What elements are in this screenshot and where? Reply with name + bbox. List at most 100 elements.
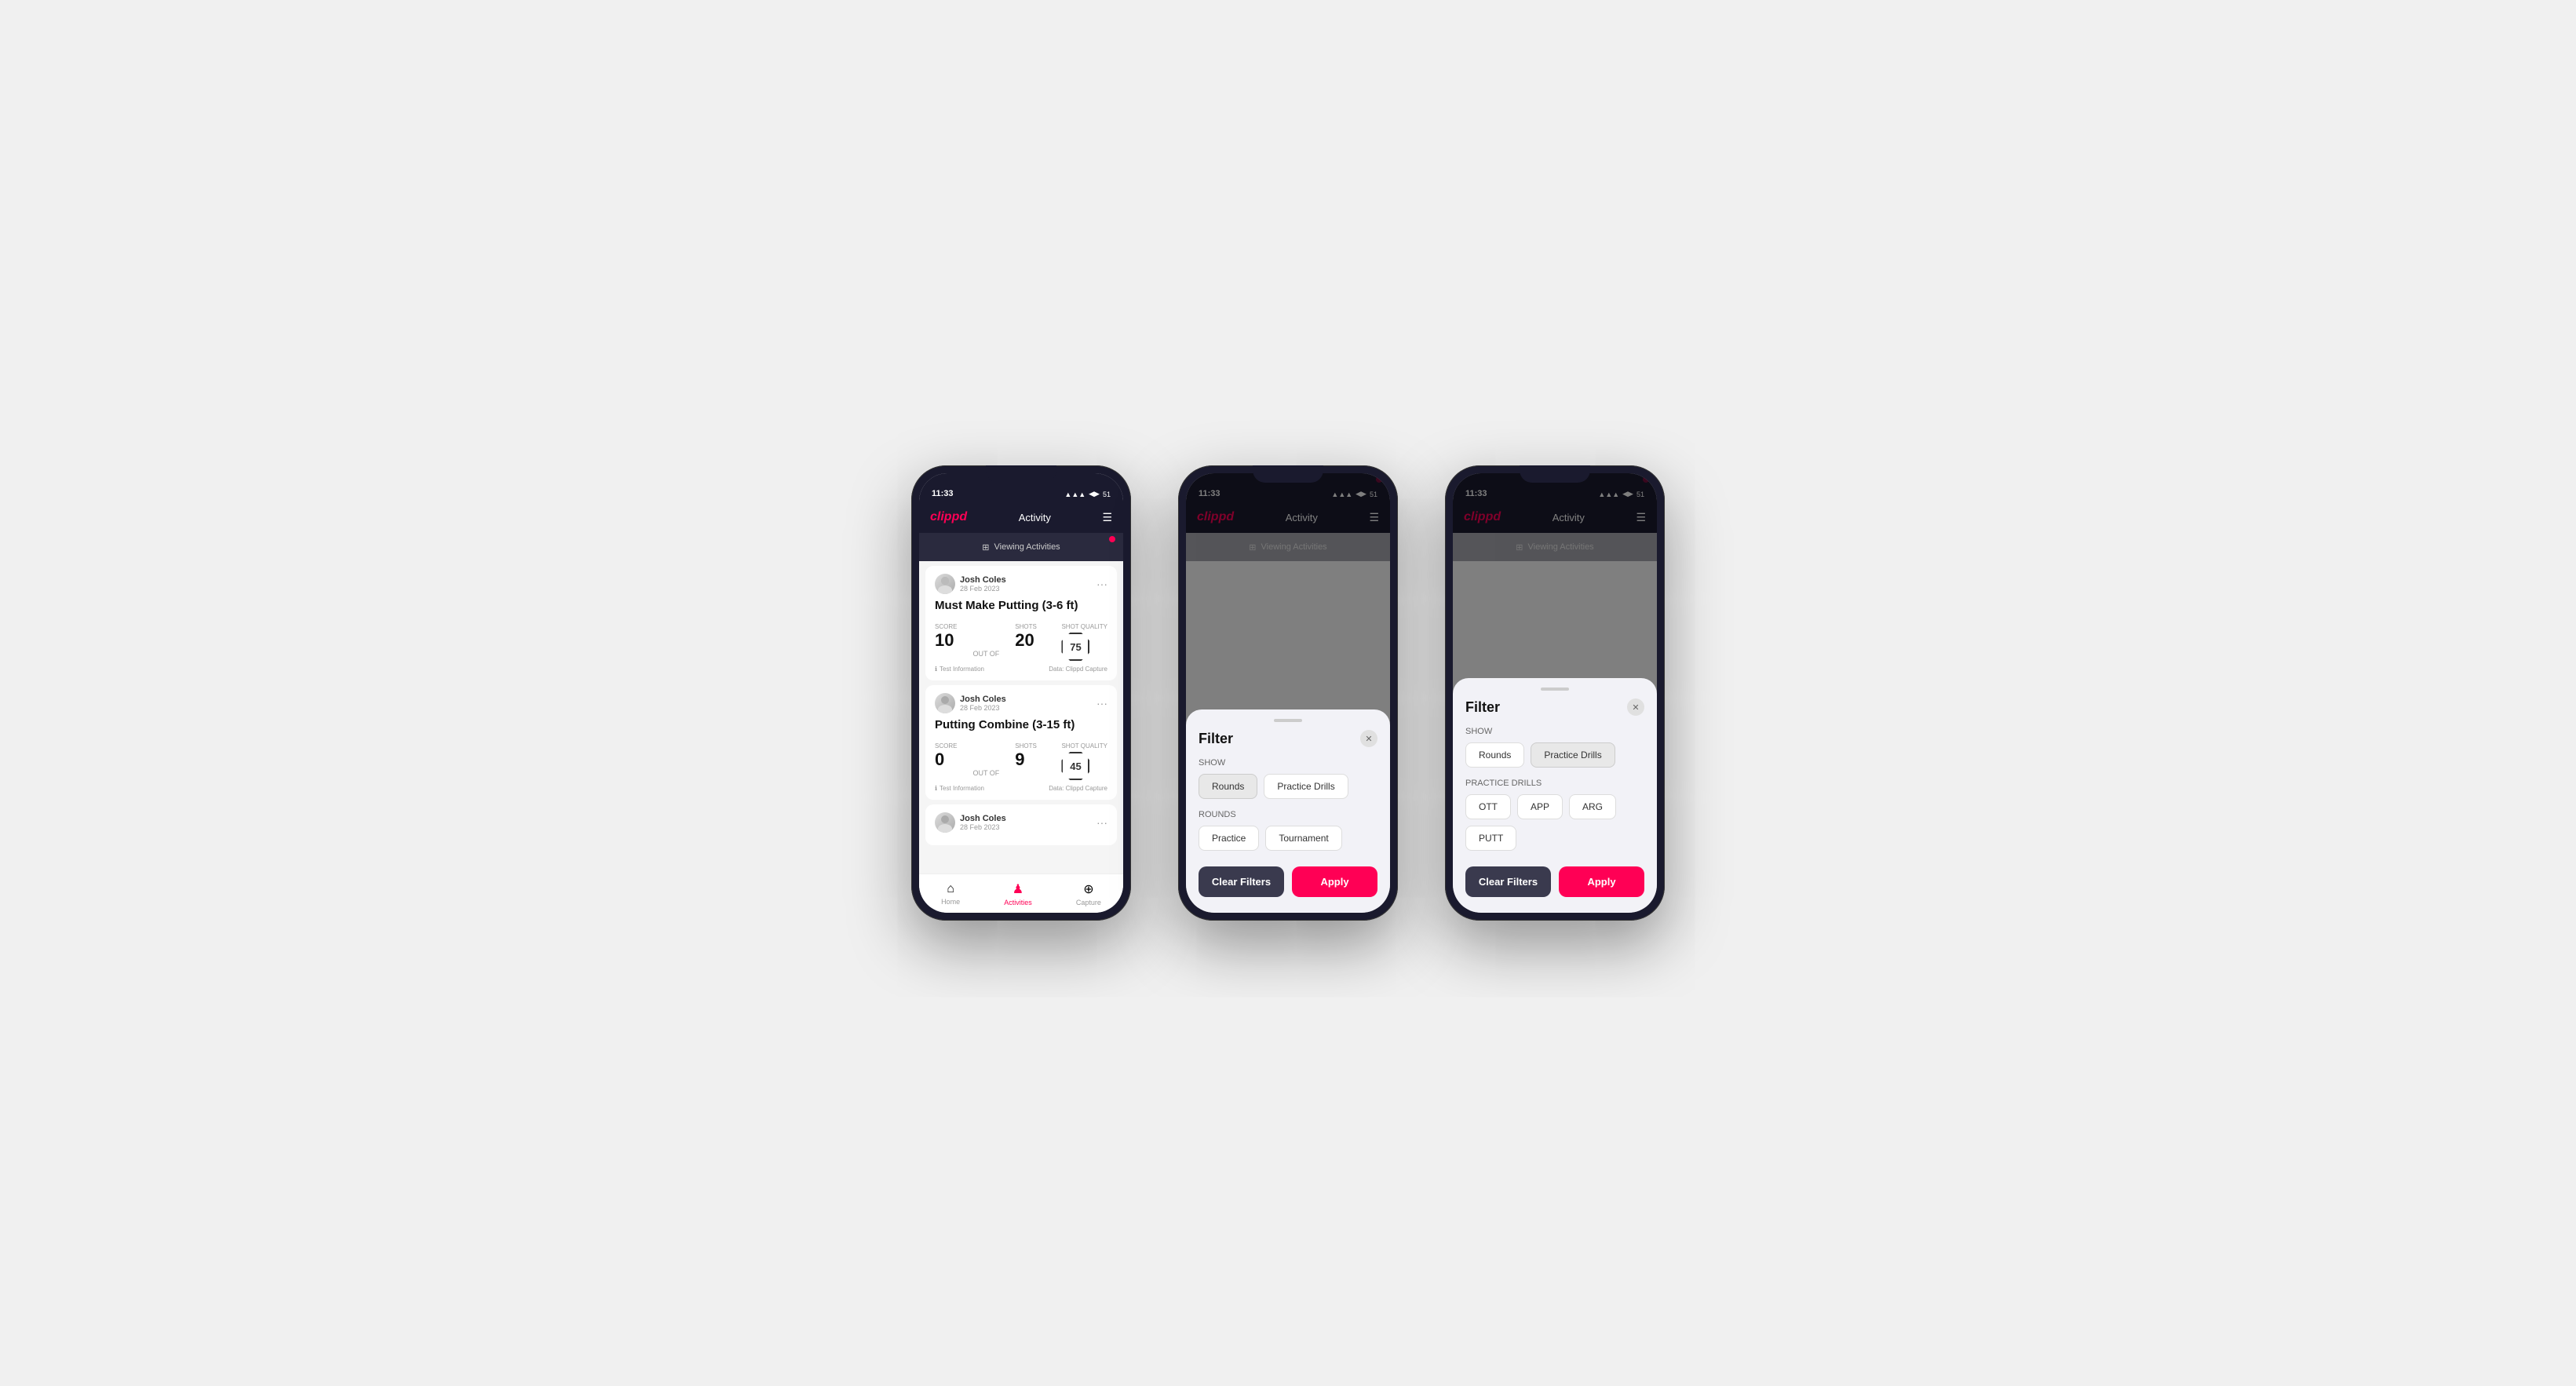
phone3: 11:33 ▲▲▲ ◀▶ 51 clippd Activity ☰ ⊞ Vi bbox=[1445, 465, 1665, 921]
stats-row-1: Score 10 OUT OF Shots 20 Shot Quality bbox=[935, 618, 1107, 661]
test-info-1[interactable]: ℹ Test Information bbox=[935, 666, 984, 673]
card-footer-2: ℹ Test Information Data: Clippd Capture bbox=[935, 785, 1107, 792]
filter-icon-1: ⊞ bbox=[982, 542, 989, 553]
home-label-1: Home bbox=[941, 898, 960, 906]
phone2-wrapper: 11:33 ▲▲▲ ◀▶ 51 clippd Activity ☰ ⊞ Vi bbox=[1178, 465, 1398, 921]
more-dots-2[interactable]: ··· bbox=[1096, 697, 1107, 709]
app-header-1: clippd Activity ☰ bbox=[919, 502, 1123, 533]
shots-label-2: Shots bbox=[1015, 742, 1037, 750]
score-label-2: Score bbox=[935, 742, 957, 750]
ott-btn-3[interactable]: OTT bbox=[1465, 794, 1511, 819]
modal-header-2: Filter ✕ bbox=[1199, 730, 1377, 747]
status-icons-1: ▲▲▲ ◀▶ 51 bbox=[1064, 490, 1111, 498]
apply-btn-3[interactable]: Apply bbox=[1559, 866, 1644, 897]
more-dots-1[interactable]: ··· bbox=[1096, 578, 1107, 590]
stat-group-score-2: Score 0 bbox=[935, 742, 957, 770]
activities-label-1: Activities bbox=[1004, 899, 1032, 906]
status-time-1: 11:33 bbox=[932, 489, 954, 498]
out-of-2: OUT OF bbox=[972, 769, 999, 777]
nav-activities-1[interactable]: ♟ Activities bbox=[1004, 881, 1032, 906]
arg-btn-3[interactable]: ARG bbox=[1569, 794, 1616, 819]
app-btn-3[interactable]: APP bbox=[1517, 794, 1563, 819]
test-info-2[interactable]: ℹ Test Information bbox=[935, 785, 984, 792]
shots-value-1: 20 bbox=[1015, 630, 1037, 651]
card-header-1: Josh Coles 28 Feb 2023 ··· bbox=[935, 574, 1107, 594]
wifi-icon: ◀▶ bbox=[1089, 490, 1100, 498]
phone2-inner: 11:33 ▲▲▲ ◀▶ 51 clippd Activity ☰ ⊞ Vi bbox=[1186, 473, 1390, 913]
practice-drills-btn-3[interactable]: Practice Drills bbox=[1531, 742, 1615, 768]
show-filter-buttons-2: Rounds Practice Drills bbox=[1199, 774, 1377, 799]
show-label-3: Show bbox=[1465, 727, 1644, 736]
rounds-filter-buttons-2: Practice Tournament bbox=[1199, 826, 1377, 851]
info-icon-2: ℹ bbox=[935, 785, 937, 792]
user-info-3: Josh Coles 28 Feb 2023 bbox=[935, 812, 1006, 833]
modal-footer-3: Clear Filters Apply bbox=[1465, 866, 1644, 897]
modal-footer-2: Clear Filters Apply bbox=[1199, 866, 1377, 897]
user-name-1: Josh Coles bbox=[960, 575, 1006, 585]
content-1: Josh Coles 28 Feb 2023 ··· Must Make Put… bbox=[919, 561, 1123, 874]
nav-capture-1[interactable]: ⊕ Capture bbox=[1076, 881, 1101, 906]
rounds-btn-2[interactable]: Rounds bbox=[1199, 774, 1257, 799]
stat-group-shots-2: Shots 9 bbox=[1015, 742, 1037, 770]
card-title-1: Must Make Putting (3-6 ft) bbox=[935, 599, 1107, 612]
sq-label-1: Shot Quality bbox=[1061, 623, 1107, 630]
phone3-inner: 11:33 ▲▲▲ ◀▶ 51 clippd Activity ☰ ⊞ Vi bbox=[1453, 473, 1657, 913]
user-details-3: Josh Coles 28 Feb 2023 bbox=[960, 814, 1006, 831]
card-header-2: Josh Coles 28 Feb 2023 ··· bbox=[935, 693, 1107, 713]
close-btn-3[interactable]: ✕ bbox=[1627, 698, 1644, 716]
avatar-img-1 bbox=[935, 574, 955, 594]
header-title-1: Activity bbox=[1019, 512, 1051, 523]
close-btn-2[interactable]: ✕ bbox=[1360, 730, 1377, 747]
clear-btn-3[interactable]: Clear Filters bbox=[1465, 866, 1551, 897]
card-title-2: Putting Combine (3-15 ft) bbox=[935, 718, 1107, 731]
more-dots-3[interactable]: ··· bbox=[1096, 816, 1107, 829]
modal-handle-2 bbox=[1274, 719, 1302, 722]
shot-quality-group-2: Shot Quality 45 bbox=[1061, 738, 1107, 780]
viewing-label-1: Viewing Activities bbox=[994, 542, 1060, 552]
filter-dot-1 bbox=[1109, 536, 1115, 542]
putt-btn-3[interactable]: PUTT bbox=[1465, 826, 1516, 851]
activity-card-3: Josh Coles 28 Feb 2023 ··· bbox=[925, 804, 1117, 845]
modal-header-3: Filter ✕ bbox=[1465, 698, 1644, 716]
rounds-btn-3[interactable]: Rounds bbox=[1465, 742, 1524, 768]
rounds-section-label-2: Rounds bbox=[1199, 810, 1377, 819]
notch1 bbox=[986, 465, 1056, 483]
stat-group-shots-1: Shots 20 bbox=[1015, 623, 1037, 651]
avatar-img-3 bbox=[935, 812, 955, 833]
clear-btn-2[interactable]: Clear Filters bbox=[1199, 866, 1284, 897]
avatar-1 bbox=[935, 574, 955, 594]
user-date-3: 28 Feb 2023 bbox=[960, 823, 1006, 831]
practice-btn-2[interactable]: Practice bbox=[1199, 826, 1259, 851]
activity-card-1: Josh Coles 28 Feb 2023 ··· Must Make Put… bbox=[925, 566, 1117, 680]
practice-drills-section-label-3: Practice Drills bbox=[1465, 779, 1644, 788]
apply-btn-2[interactable]: Apply bbox=[1292, 866, 1377, 897]
phone1: 11:33 ▲▲▲ ◀▶ 51 clippd Activity ☰ ⊞ Vi bbox=[911, 465, 1131, 921]
user-date-2: 28 Feb 2023 bbox=[960, 704, 1006, 712]
phone2: 11:33 ▲▲▲ ◀▶ 51 clippd Activity ☰ ⊞ Vi bbox=[1178, 465, 1398, 921]
capture-label-1: Capture bbox=[1076, 899, 1101, 906]
data-source-2: Data: Clippd Capture bbox=[1049, 785, 1107, 792]
modal-title-3: Filter bbox=[1465, 699, 1500, 716]
score-value-1: 10 bbox=[935, 630, 957, 651]
activity-card-2: Josh Coles 28 Feb 2023 ··· Putting Combi… bbox=[925, 685, 1117, 800]
hamburger-icon-1[interactable]: ☰ bbox=[1102, 511, 1112, 524]
score-value-2: 0 bbox=[935, 750, 957, 770]
bottom-nav-1: ⌂ Home ♟ Activities ⊕ Capture bbox=[919, 874, 1123, 913]
practice-drills-btn-2[interactable]: Practice Drills bbox=[1264, 774, 1348, 799]
home-icon-1: ⌂ bbox=[947, 882, 954, 896]
capture-icon-1: ⊕ bbox=[1083, 881, 1093, 897]
shot-quality-group-1: Shot Quality 75 bbox=[1061, 618, 1107, 661]
user-date-1: 28 Feb 2023 bbox=[960, 585, 1006, 593]
user-details-2: Josh Coles 28 Feb 2023 bbox=[960, 695, 1006, 712]
signal-icon: ▲▲▲ bbox=[1064, 491, 1085, 498]
sq-label-2: Shot Quality bbox=[1061, 742, 1107, 750]
tournament-btn-2[interactable]: Tournament bbox=[1265, 826, 1341, 851]
phone3-wrapper: 11:33 ▲▲▲ ◀▶ 51 clippd Activity ☰ ⊞ Vi bbox=[1445, 465, 1665, 921]
user-name-2: Josh Coles bbox=[960, 695, 1006, 704]
modal-title-2: Filter bbox=[1199, 731, 1233, 747]
viewing-bar-1[interactable]: ⊞ Viewing Activities bbox=[919, 533, 1123, 561]
out-of-1: OUT OF bbox=[972, 650, 999, 658]
nav-home-1[interactable]: ⌂ Home bbox=[941, 882, 960, 906]
user-info-1: Josh Coles 28 Feb 2023 bbox=[935, 574, 1006, 594]
sq-badge-1: 75 bbox=[1061, 633, 1089, 661]
